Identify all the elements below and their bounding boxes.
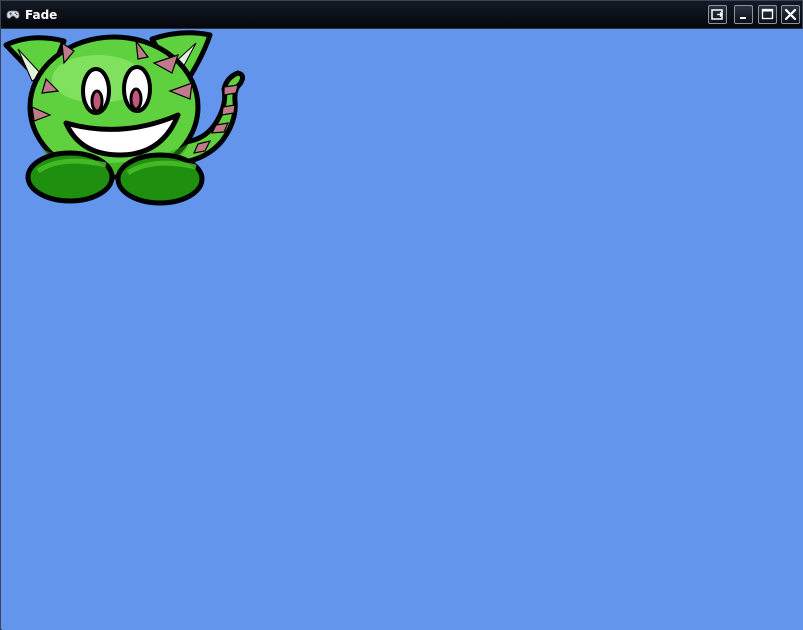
close-icon [784, 8, 797, 21]
title-bar[interactable]: Fade [1, 1, 802, 29]
window-title: Fade [25, 8, 58, 22]
game-canvas[interactable] [2, 29, 803, 630]
minimize-button[interactable] [734, 5, 753, 24]
app-window: Fade [0, 0, 803, 630]
maximize-icon [761, 8, 774, 20]
close-button[interactable] [781, 5, 800, 24]
green-cat-sprite [3, 30, 246, 206]
restore-out-icon [711, 9, 723, 20]
maximize-button[interactable] [758, 5, 777, 24]
minimize-icon [740, 17, 746, 19]
gamepad-icon [5, 6, 21, 22]
restore-out-button[interactable] [708, 5, 727, 24]
